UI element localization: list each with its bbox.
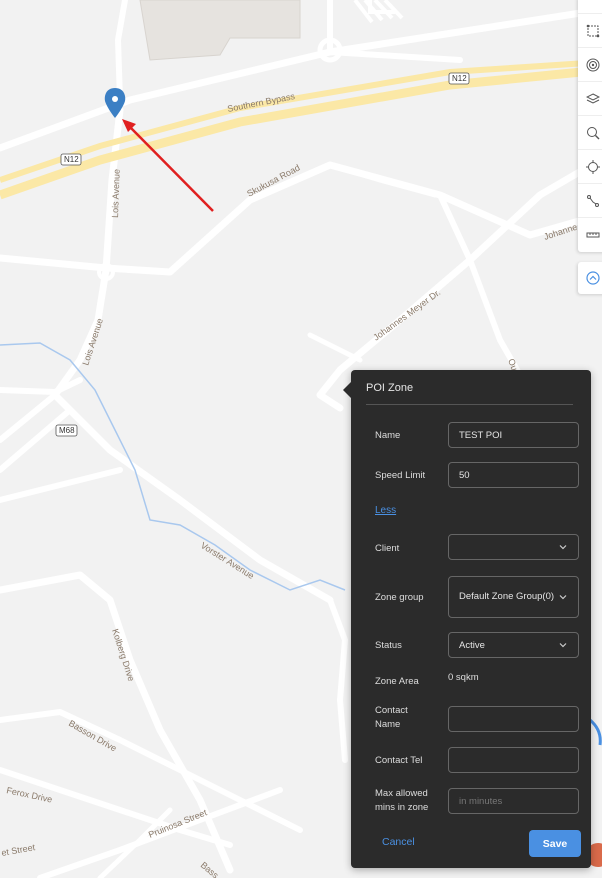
svg-text:N12: N12 <box>452 74 467 83</box>
chevron-down-icon <box>559 595 567 600</box>
chevron-down-icon <box>559 545 567 550</box>
status-select[interactable]: Active <box>448 632 579 658</box>
max-mins-field[interactable]: in minutes <box>448 788 579 814</box>
road-label-lois-avenue-north: Lois Avenue <box>110 169 122 218</box>
panel-title: POI Zone <box>366 382 414 394</box>
contact-name-field[interactable] <box>448 706 579 732</box>
name-value: TEST POI <box>459 429 503 441</box>
radius-icon[interactable] <box>578 48 602 82</box>
status-label: Status <box>375 640 402 651</box>
max-mins-label: Max allowed mins in zone <box>375 788 429 813</box>
zone-group-label: Zone group <box>375 592 424 603</box>
max-mins-placeholder: in minutes <box>459 795 503 807</box>
zone-group-value: Default Zone Group(0) <box>459 591 555 602</box>
zone-group-select[interactable]: Default Zone Group(0) <box>448 576 579 618</box>
shield-n12-left: N12 <box>60 153 82 166</box>
ruler-icon[interactable] <box>578 218 602 252</box>
shield-n12-top: N12 <box>448 72 470 85</box>
draw-polygon-icon[interactable] <box>578 14 602 48</box>
chevron-up-circle-icon <box>586 271 600 285</box>
name-field[interactable]: TEST POI <box>448 422 579 448</box>
client-label: Client <box>375 543 400 554</box>
zoom-search-icon[interactable] <box>578 116 602 150</box>
contact-tel-label: Contact Tel <box>375 755 423 766</box>
status-value: Active <box>459 639 485 651</box>
name-label: Name <box>375 430 401 441</box>
svg-text:N12: N12 <box>64 155 79 164</box>
contact-name-label: Contact Name <box>375 705 408 730</box>
cancel-button[interactable]: Cancel <box>382 836 415 848</box>
collapse-toolbar-button[interactable] <box>578 262 602 294</box>
map-toolbar <box>578 0 602 252</box>
route-icon[interactable] <box>578 184 602 218</box>
speed-limit-field[interactable]: 50 <box>448 462 579 488</box>
shield-m68: M68 <box>55 424 78 437</box>
less-link[interactable]: Less <box>375 505 396 516</box>
speed-limit-label: Speed Limit <box>375 470 426 481</box>
svg-text:M68: M68 <box>59 426 75 435</box>
save-button[interactable]: Save <box>529 830 581 857</box>
layers-icon[interactable] <box>578 82 602 116</box>
panel-divider <box>366 404 573 405</box>
zone-area-value: 0 sqkm <box>448 672 479 683</box>
chevron-down-icon <box>559 643 567 648</box>
client-select[interactable] <box>448 534 579 560</box>
zone-area-label: Zone Area <box>375 676 419 687</box>
poi-zone-panel: POI Zone Name TEST POI Speed Limit 50 Le… <box>343 370 591 868</box>
toolbar-top-stub <box>578 0 602 14</box>
locate-icon[interactable] <box>578 150 602 184</box>
contact-tel-field[interactable] <box>448 747 579 773</box>
speed-limit-value: 50 <box>459 469 470 481</box>
